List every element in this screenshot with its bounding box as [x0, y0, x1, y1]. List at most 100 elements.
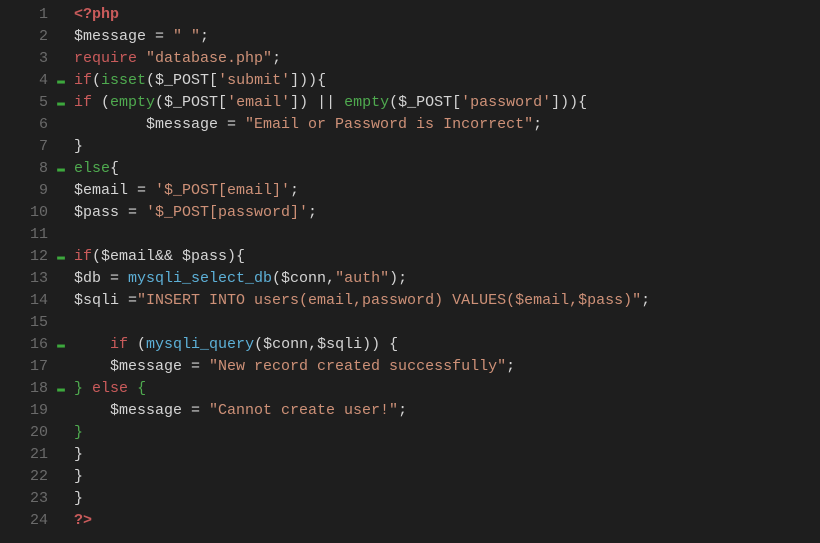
token-str: "database.php": [146, 50, 272, 67]
code-line[interactable]: 11: [0, 224, 820, 246]
line-number: 3: [0, 48, 54, 70]
token-punc: [128, 380, 137, 397]
code-line[interactable]: 13 $db = mysqli_select_db($conn,"auth");: [0, 268, 820, 290]
code-line[interactable]: 7}: [0, 136, 820, 158]
code-content[interactable]: }: [68, 466, 820, 488]
fold-marker-icon[interactable]: ▬: [54, 246, 68, 268]
code-content[interactable]: }: [68, 488, 820, 510]
token-punc: ;: [308, 204, 317, 221]
code-line[interactable]: 10 $pass = '$_POST[password]';: [0, 202, 820, 224]
token-punc: ($_POST[: [155, 94, 227, 111]
token-kw2: isset: [101, 72, 146, 89]
code-line[interactable]: 17 $message = "New record created succes…: [0, 356, 820, 378]
line-number: 18: [0, 378, 54, 400]
code-editor[interactable]: 1 <?php2$message = " ";3 require "database…: [0, 0, 820, 532]
code-content[interactable]: ?>: [68, 510, 820, 532]
code-content[interactable]: if(isset($_POST['submit'])){: [68, 70, 820, 92]
code-content[interactable]: }: [68, 136, 820, 158]
line-number: 8: [0, 158, 54, 180]
token-punc: ;: [641, 292, 650, 309]
line-number: 1: [0, 4, 54, 26]
token-str: "New record created successfully": [209, 358, 506, 375]
line-number: 7: [0, 136, 54, 158]
code-content[interactable]: $email = '$_POST[email]';: [68, 180, 820, 202]
code-line[interactable]: 9$email = '$_POST[email]';: [0, 180, 820, 202]
token-kw: if: [110, 336, 128, 353]
code-line[interactable]: 23}: [0, 488, 820, 510]
fold-marker-icon[interactable]: ▬: [54, 158, 68, 180]
code-line[interactable]: 4▬if(isset($_POST['submit'])){: [0, 70, 820, 92]
code-line[interactable]: 14 $sqli ="INSERT INTO users(email,passwo…: [0, 290, 820, 312]
token-str: '$_POST[email]': [155, 182, 290, 199]
token-brace: {: [137, 380, 146, 397]
token-punc: ($conn,: [272, 270, 335, 287]
token-str: 'submit': [218, 72, 290, 89]
token-punc: {: [110, 160, 119, 177]
code-content[interactable]: } else {: [68, 378, 820, 400]
code-line[interactable]: 16▬ if (mysqli_query($conn,$sqli)) {: [0, 334, 820, 356]
token-punc: ($_POST[: [146, 72, 218, 89]
code-content[interactable]: if($email&& $pass){: [68, 246, 820, 268]
token-punc: [137, 50, 146, 67]
code-content[interactable]: $pass = '$_POST[password]';: [68, 202, 820, 224]
code-content[interactable]: $message = " ";: [68, 26, 820, 48]
code-line[interactable]: 19 $message = "Cannot create user!";: [0, 400, 820, 422]
token-kw2: else: [74, 160, 110, 177]
code-content[interactable]: $message = "Cannot create user!";: [68, 400, 820, 422]
code-line[interactable]: 6 $message = "Email or Password is Incor…: [0, 114, 820, 136]
token-str: "auth": [335, 270, 389, 287]
code-content[interactable]: $message = "New record created successfu…: [68, 356, 820, 378]
code-content[interactable]: $db = mysqli_select_db($conn,"auth");: [68, 268, 820, 290]
token-str: " ": [173, 28, 200, 45]
code-line[interactable]: 15: [0, 312, 820, 334]
fold-marker-icon[interactable]: ▬: [54, 92, 68, 114]
code-content[interactable]: $message = "Email or Password is Incorre…: [68, 114, 820, 136]
token-punc: ;: [506, 358, 515, 375]
code-content[interactable]: if (empty($_POST['email']) || empty($_PO…: [68, 92, 820, 114]
token-kw: if: [74, 72, 92, 89]
code-line[interactable]: 8▬else{: [0, 158, 820, 180]
code-content[interactable]: }: [68, 444, 820, 466]
line-number: 17: [0, 356, 54, 378]
token-punc: }: [74, 446, 83, 463]
code-line[interactable]: 5▬if (empty($_POST['email']) || empty($_…: [0, 92, 820, 114]
code-line[interactable]: 1 <?php: [0, 4, 820, 26]
line-number: 16: [0, 334, 54, 356]
token-var: $message: [74, 28, 146, 45]
code-content[interactable]: <?php: [68, 4, 820, 26]
line-number: 10: [0, 202, 54, 224]
line-number: 5: [0, 92, 54, 114]
line-number: 14: [0, 290, 54, 312]
token-kw: if: [74, 94, 92, 111]
code-content[interactable]: }: [68, 422, 820, 444]
code-line[interactable]: 22}: [0, 466, 820, 488]
token-str: 'password': [461, 94, 551, 111]
token-punc: ;: [398, 402, 407, 419]
token-var: $pass =: [74, 204, 146, 221]
code-line[interactable]: 12▬if($email&& $pass){: [0, 246, 820, 268]
code-content[interactable]: else{: [68, 158, 820, 180]
line-number: 13: [0, 268, 54, 290]
line-number: 19: [0, 400, 54, 422]
fold-marker-icon[interactable]: ▬: [54, 334, 68, 356]
code-line[interactable]: 20}: [0, 422, 820, 444]
code-line[interactable]: 2$message = " ";: [0, 26, 820, 48]
token-func: mysqli_query: [146, 336, 254, 353]
fold-marker-icon[interactable]: ▬: [54, 70, 68, 92]
code-content[interactable]: if (mysqli_query($conn,$sqli)) {: [68, 334, 820, 356]
token-brace: }: [74, 380, 83, 397]
line-number: 22: [0, 466, 54, 488]
token-var: $db =: [74, 270, 128, 287]
token-kw2: empty: [344, 94, 389, 111]
code-line[interactable]: 18▬} else {: [0, 378, 820, 400]
token-phptag: ?>: [74, 512, 92, 529]
fold-marker-icon[interactable]: ▬: [54, 378, 68, 400]
token-kw: require: [74, 50, 137, 67]
token-func: mysqli_select_db: [128, 270, 272, 287]
token-kw: else: [92, 380, 128, 397]
code-content[interactable]: $sqli ="INSERT INTO users(email,password…: [68, 290, 820, 312]
code-line[interactable]: 3 require "database.php";: [0, 48, 820, 70]
code-line[interactable]: 21}: [0, 444, 820, 466]
code-line[interactable]: 24?>: [0, 510, 820, 532]
code-content[interactable]: require "database.php";: [68, 48, 820, 70]
